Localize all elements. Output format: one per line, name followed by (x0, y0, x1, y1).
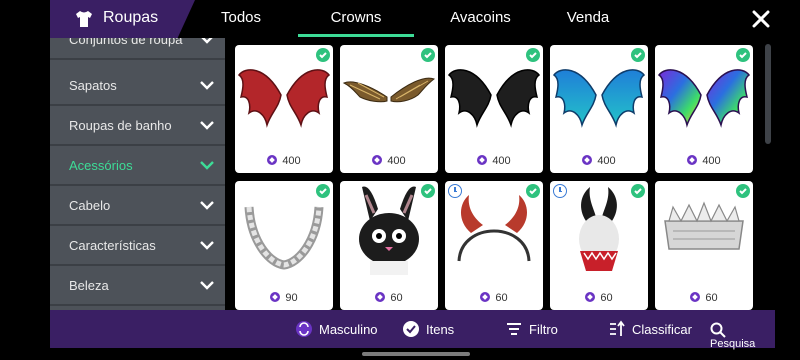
crown-coin-icon (375, 292, 386, 302)
crown-coin-icon (687, 155, 698, 165)
sidebar-item-label: Cabelo (69, 198, 111, 213)
category-sidebar: Conjuntos de roupa Sapatos Roupas de ban… (50, 38, 225, 310)
owned-check-icon (631, 184, 645, 198)
filter-button[interactable]: Filtro (505, 320, 558, 338)
item-grid: 400 400 400 400 400 90 60 60 60 60 (225, 38, 765, 310)
crown-coin-icon (267, 155, 278, 165)
item-price: 400 (550, 155, 648, 167)
top-bar: Roupas Todos Crowns Avacoins Venda (50, 0, 775, 38)
owned-check-icon (526, 184, 540, 198)
chevron-down-icon (200, 241, 214, 250)
chevron-down-icon (200, 121, 214, 130)
swap-gender-icon (296, 321, 312, 337)
chevron-down-icon (200, 161, 214, 170)
sidebar-item-cabelo[interactable]: Cabelo (50, 186, 225, 226)
chevron-down-icon (200, 281, 214, 290)
tab-crowns[interactable]: Crowns (298, 9, 414, 26)
owned-check-icon (316, 48, 330, 62)
sort-icon (610, 320, 625, 336)
item-price: 400 (655, 155, 753, 167)
crown-coin-icon (372, 155, 383, 165)
crown-coin-icon (480, 292, 491, 302)
owned-check-icon (736, 184, 750, 198)
crown-coin-icon (690, 292, 701, 302)
item-card-rainbow-wings[interactable]: 400 (655, 45, 753, 173)
crown-coin-icon (270, 292, 281, 302)
tab-todos[interactable]: Todos (215, 9, 267, 26)
item-price: 400 (445, 155, 543, 167)
owned-check-icon (631, 48, 645, 62)
sidebar-item-label: Roupas de banho (69, 118, 172, 133)
search-icon (710, 322, 726, 338)
item-price: 400 (340, 155, 438, 167)
sidebar-item-label: Acessórios (69, 158, 133, 173)
item-price: 60 (340, 292, 438, 304)
owned-check-icon (421, 48, 435, 62)
search-button[interactable]: Pesquisa (710, 322, 775, 350)
crown-coin-icon (477, 155, 488, 165)
grid-scrollbar[interactable] (765, 44, 771, 144)
filter-icon (507, 323, 521, 335)
clock-icon (553, 184, 567, 198)
chevron-down-icon (201, 38, 213, 44)
sidebar-item-label: Beleza (69, 278, 109, 293)
check-circle-icon (403, 321, 419, 337)
close-icon[interactable] (750, 8, 772, 30)
active-tab-indicator (298, 34, 414, 37)
sort-button[interactable]: Classificar (608, 320, 692, 338)
sidebar-item-roupas-de-banho[interactable]: Roupas de banho (50, 106, 225, 146)
home-indicator[interactable] (362, 352, 470, 356)
owned-check-icon (421, 184, 435, 198)
chevron-down-icon (200, 201, 214, 210)
page-title: Roupas (103, 9, 159, 26)
item-price: 60 (445, 292, 543, 304)
crown-coin-icon (582, 155, 593, 165)
gender-toggle-button[interactable]: Masculino (295, 320, 378, 338)
sidebar-item-acessorios[interactable]: Acessórios (50, 146, 225, 186)
item-price: 90 (235, 292, 333, 304)
item-card-blue-wings[interactable]: 400 (550, 45, 648, 173)
item-card-red-wings[interactable]: 400 (235, 45, 333, 173)
chevron-down-icon (200, 81, 214, 90)
tab-avacoins[interactable]: Avacoins (428, 9, 533, 26)
tab-venda[interactable]: Venda (550, 9, 626, 26)
sidebar-item-sapatos[interactable]: Sapatos (50, 66, 225, 106)
item-card-brown-feather-wings[interactable]: 400 (340, 45, 438, 173)
bottom-toolbar: Masculino Itens Filtro Classificar Pesqu… (50, 310, 775, 350)
item-card-black-wings[interactable]: 400 (445, 45, 543, 173)
owned-check-icon (316, 184, 330, 198)
item-card-black-horns-mask[interactable]: 60 (550, 181, 648, 310)
sidebar-item-caracteristicas[interactable]: Características (50, 226, 225, 266)
clock-icon (448, 184, 462, 198)
owned-check-icon (736, 48, 750, 62)
item-card-silver-chain[interactable]: 90 (235, 181, 333, 310)
category-title: Roupas (50, 0, 195, 38)
item-price: 60 (550, 292, 648, 304)
item-price: 400 (235, 155, 333, 167)
shirt-icon (76, 11, 92, 27)
sidebar-item-label: Características (69, 238, 156, 253)
item-card-white-crown[interactable]: 60 (655, 181, 753, 310)
crown-coin-icon (585, 292, 596, 302)
sidebar-item-label: Sapatos (69, 78, 117, 93)
items-button[interactable]: Itens (402, 320, 454, 338)
owned-check-icon (526, 48, 540, 62)
item-price: 60 (655, 292, 753, 304)
item-card-red-horns-headband[interactable]: 60 (445, 181, 543, 310)
sidebar-item-label: Conjuntos de roupa (69, 38, 183, 47)
sidebar-item-conjuntos[interactable]: Conjuntos de roupa (50, 38, 225, 60)
item-card-black-bunny-mask[interactable]: 60 (340, 181, 438, 310)
sidebar-item-beleza[interactable]: Beleza (50, 266, 225, 306)
screen-bezel (0, 0, 50, 360)
